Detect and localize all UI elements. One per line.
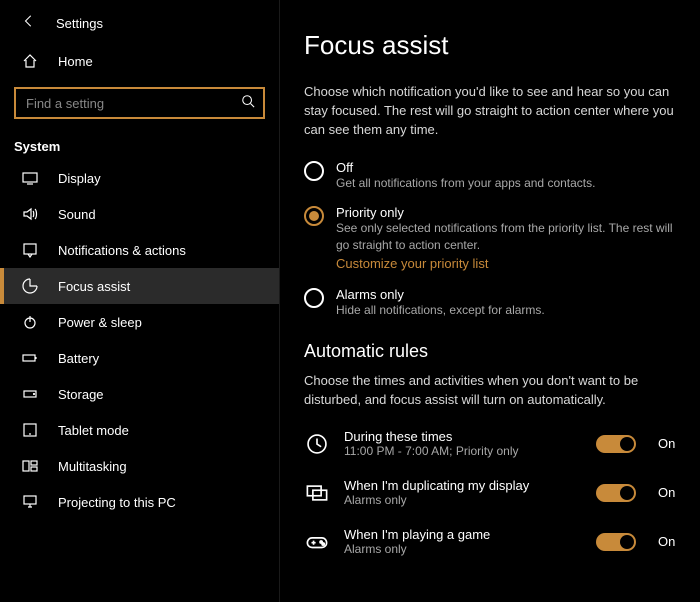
option-desc: See only selected notifications from the… [336, 220, 676, 254]
sidebar-item-label: Multitasking [58, 459, 127, 474]
toggle-state: On [658, 485, 680, 500]
sidebar-item-power[interactable]: Power & sleep [0, 304, 279, 340]
sidebar-item-label: Power & sleep [58, 315, 142, 330]
clock-icon [304, 433, 330, 455]
rule-playing-game[interactable]: When I'm playing a game Alarms only On [304, 517, 680, 566]
power-icon [22, 314, 40, 330]
display-icon [22, 170, 40, 186]
sidebar-item-projecting[interactable]: Projecting to this PC [0, 484, 279, 520]
rules-lead: Choose the times and activities when you… [304, 372, 680, 410]
sidebar-item-display[interactable]: Display [0, 160, 279, 196]
tablet-icon [22, 422, 40, 438]
window-title: Settings [56, 16, 103, 31]
sidebar-item-label: Projecting to this PC [58, 495, 176, 510]
option-title: Alarms only [336, 287, 545, 302]
projecting-icon [22, 494, 40, 510]
rule-title: During these times [344, 429, 582, 444]
sidebar-item-label: Focus assist [58, 279, 130, 294]
option-title: Priority only [336, 205, 676, 220]
toggle-switch[interactable] [596, 484, 636, 502]
option-off[interactable]: Off Get all notifications from your apps… [304, 160, 680, 192]
customize-priority-link[interactable]: Customize your priority list [336, 256, 488, 271]
search-icon [241, 94, 255, 113]
toggle-state: On [658, 534, 680, 549]
rules-title: Automatic rules [304, 341, 680, 362]
game-icon [304, 531, 330, 553]
rule-desc: 11:00 PM - 7:00 AM; Priority only [344, 444, 582, 458]
option-desc: Hide all notifications, except for alarm… [336, 302, 545, 319]
option-title: Off [336, 160, 595, 175]
sidebar-item-label: Display [58, 171, 101, 186]
radio-icon[interactable] [304, 161, 324, 181]
toggle-switch[interactable] [596, 435, 636, 453]
radio-icon[interactable] [304, 206, 324, 226]
home-icon [22, 53, 40, 69]
option-alarms-only[interactable]: Alarms only Hide all notifications, exce… [304, 287, 680, 319]
sidebar-item-sound[interactable]: Sound [0, 196, 279, 232]
sidebar-item-storage[interactable]: Storage [0, 376, 279, 412]
page-lead: Choose which notification you'd like to … [304, 83, 680, 140]
multitasking-icon [22, 458, 40, 474]
search-input[interactable] [26, 96, 241, 111]
rule-duplicating-display[interactable]: When I'm duplicating my display Alarms o… [304, 468, 680, 517]
rule-desc: Alarms only [344, 493, 582, 507]
radio-icon[interactable] [304, 288, 324, 308]
nav-home-label: Home [58, 54, 93, 69]
sidebar-item-tablet[interactable]: Tablet mode [0, 412, 279, 448]
sidebar-item-label: Notifications & actions [58, 243, 186, 258]
battery-icon [22, 350, 40, 366]
sidebar-item-label: Storage [58, 387, 104, 402]
focus-assist-icon [22, 278, 40, 294]
back-icon[interactable] [22, 14, 36, 33]
toggle-state: On [658, 436, 680, 451]
sidebar-item-notifications[interactable]: Notifications & actions [0, 232, 279, 268]
search-box[interactable] [14, 87, 265, 119]
sidebar-item-focus-assist[interactable]: Focus assist [0, 268, 279, 304]
notifications-icon [22, 242, 40, 258]
option-desc: Get all notifications from your apps and… [336, 175, 595, 192]
toggle-switch[interactable] [596, 533, 636, 551]
sidebar-item-battery[interactable]: Battery [0, 340, 279, 376]
sound-icon [22, 206, 40, 222]
sidebar-item-label: Battery [58, 351, 99, 366]
rule-title: When I'm duplicating my display [344, 478, 582, 493]
sidebar-item-label: Sound [58, 207, 96, 222]
option-priority-only[interactable]: Priority only See only selected notifica… [304, 205, 680, 273]
rule-title: When I'm playing a game [344, 527, 582, 542]
rule-during-times[interactable]: During these times 11:00 PM - 7:00 AM; P… [304, 419, 680, 468]
rule-desc: Alarms only [344, 542, 582, 556]
sidebar-item-label: Tablet mode [58, 423, 129, 438]
category-label: System [0, 129, 279, 160]
sidebar-item-multitasking[interactable]: Multitasking [0, 448, 279, 484]
storage-icon [22, 386, 40, 402]
duplicate-display-icon [304, 482, 330, 504]
page-title: Focus assist [304, 30, 680, 61]
nav-home[interactable]: Home [0, 43, 279, 79]
